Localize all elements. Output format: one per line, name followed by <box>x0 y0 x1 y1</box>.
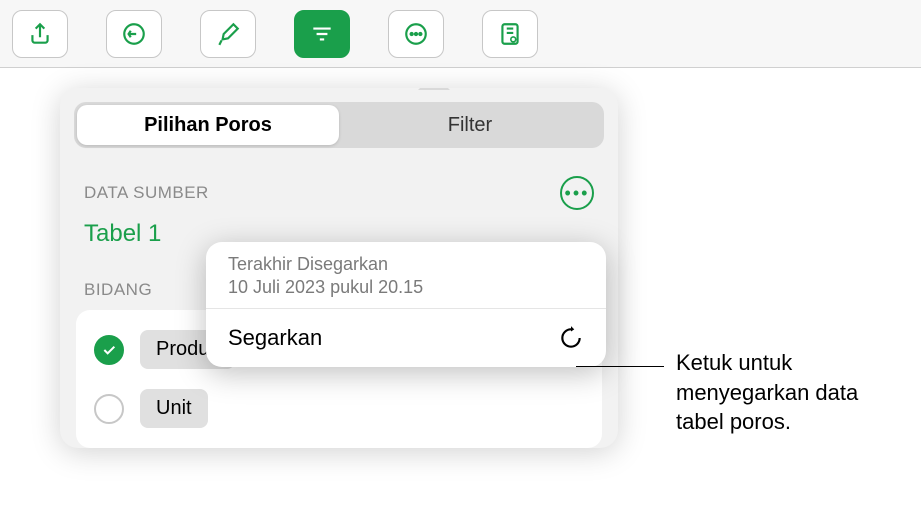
callout-line <box>576 366 664 367</box>
refresh-button[interactable]: Segarkan <box>206 309 606 367</box>
segmented-control: Pilihan Poros Filter <box>74 102 604 148</box>
refresh-popover: Terakhir Disegarkan 10 Juli 2023 pukul 2… <box>206 242 606 367</box>
toolbar <box>0 0 921 68</box>
data-source-label: DATA SUMBER <box>84 183 209 203</box>
callout-text: Ketuk untuk menyegarkan data tabel poros… <box>676 348 906 437</box>
field-checkbox[interactable] <box>94 394 124 424</box>
popover-arrow <box>418 88 450 90</box>
field-checkbox[interactable] <box>94 335 124 365</box>
field-row[interactable]: Unit <box>76 379 602 438</box>
format-brush-icon <box>215 21 241 47</box>
undo-button[interactable] <box>106 10 162 58</box>
refresh-icon <box>558 325 584 351</box>
organize-button[interactable] <box>294 10 350 58</box>
organize-icon <box>309 21 335 47</box>
more-icon <box>403 21 429 47</box>
data-source-header: DATA SUMBER ••• <box>60 148 618 214</box>
data-source-more-button[interactable]: ••• <box>560 176 594 210</box>
undo-icon <box>121 21 147 47</box>
last-refreshed-label: Terakhir Disegarkan <box>228 254 584 275</box>
ellipsis-icon: ••• <box>565 183 590 204</box>
tab-pivot-options[interactable]: Pilihan Poros <box>77 105 339 145</box>
tab-filter[interactable]: Filter <box>339 105 601 145</box>
last-refreshed-date: 10 Juli 2023 pukul 20.15 <box>228 277 584 298</box>
more-button[interactable] <box>388 10 444 58</box>
last-refreshed-info: Terakhir Disegarkan 10 Juli 2023 pukul 2… <box>206 242 606 309</box>
preview-button[interactable] <box>482 10 538 58</box>
refresh-button-label: Segarkan <box>228 325 322 351</box>
field-chip[interactable]: Unit <box>140 389 208 428</box>
preview-icon <box>497 21 523 47</box>
share-button[interactable] <box>12 10 68 58</box>
format-button[interactable] <box>200 10 256 58</box>
share-icon <box>27 21 53 47</box>
check-icon <box>101 342 117 358</box>
